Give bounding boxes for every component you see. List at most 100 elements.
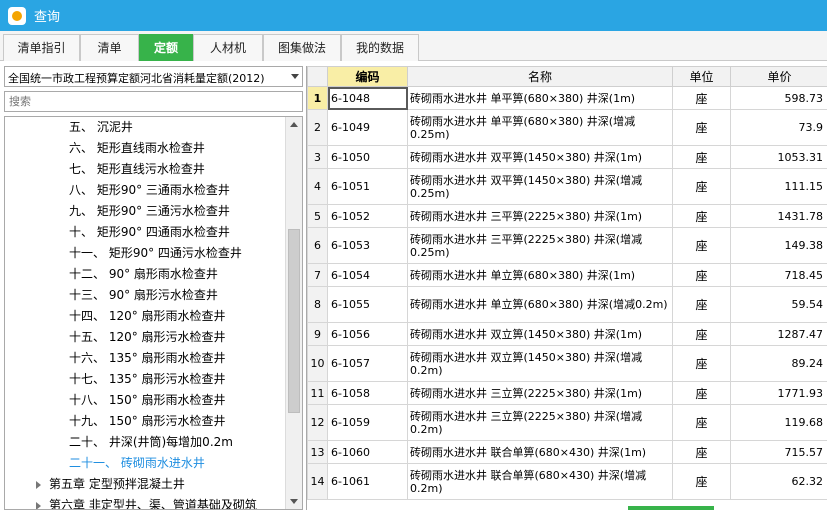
table-row[interactable]: 11 6-1058 砖砌雨水进水井 三立箅(2225×380) 井深(1m) 座 177… — [307, 381, 827, 405]
cell-code[interactable]: 6-1059 — [327, 404, 408, 441]
header-unit[interactable]: 单位 — [672, 66, 731, 87]
cell-unit[interactable]: 座 — [672, 322, 731, 346]
cell-code[interactable]: 6-1060 — [327, 440, 408, 464]
row-number[interactable]: 5 — [307, 204, 328, 228]
cell-code[interactable]: 6-1054 — [327, 263, 408, 287]
tab-atlas-practice[interactable]: 图集做法 — [263, 34, 341, 61]
chevron-down-icon[interactable] — [291, 74, 299, 79]
cell-code[interactable]: 6-1049 — [327, 109, 408, 146]
cell-code[interactable]: 6-1057 — [327, 345, 408, 382]
cell-code[interactable]: 6-1056 — [327, 322, 408, 346]
cell-code[interactable]: 6-1061 — [327, 463, 408, 500]
cell-price[interactable]: 1053.31 — [730, 145, 827, 169]
tab-my-data[interactable]: 我的数据 — [341, 34, 419, 61]
tree-item[interactable]: 十、 矩形90° 四通雨水检查井 — [69, 222, 230, 243]
table-row[interactable]: 3 6-1050 砖砌雨水进水井 双平箅(1450×380) 井深(1m) 座 1053… — [307, 145, 827, 169]
cell-price[interactable]: 715.57 — [730, 440, 827, 464]
cell-price[interactable]: 718.45 — [730, 263, 827, 287]
tree-item[interactable]: 九、 矩形90° 三通污水检查井 — [69, 201, 230, 222]
cell-unit[interactable]: 座 — [672, 109, 731, 146]
cell-unit[interactable]: 座 — [672, 286, 731, 323]
cell-code[interactable]: 6-1048 — [327, 86, 408, 110]
row-number[interactable]: 8 — [307, 286, 328, 323]
cell-unit[interactable]: 座 — [672, 381, 731, 405]
cell-code[interactable]: 6-1053 — [327, 227, 408, 264]
tab-bill[interactable]: 清单 — [80, 34, 139, 61]
cell-price[interactable]: 59.54 — [730, 286, 827, 323]
table-row[interactable]: 1 6-1048 砖砌雨水进水井 单平箅(680×380) 井深(1m) 座 598.7… — [307, 86, 827, 110]
scroll-up-arrow-icon[interactable] — [290, 122, 298, 127]
cell-price[interactable]: 119.68 — [730, 404, 827, 441]
scrollbar-thumb[interactable] — [288, 229, 300, 413]
cell-name[interactable]: 砖砌雨水进水井 三平箅(2225×380) 井深(增减0.25m) — [407, 227, 673, 264]
cell-price[interactable]: 73.9 — [730, 109, 827, 146]
cell-price[interactable]: 1771.93 — [730, 381, 827, 405]
tree-item[interactable]: 五、 沉泥井 — [69, 117, 133, 138]
cell-price[interactable]: 62.32 — [730, 463, 827, 500]
search-input[interactable] — [4, 91, 303, 112]
tree-item[interactable]: 第六章 非定型井、渠、管道基础及砌筑 — [49, 495, 257, 509]
tree-scrollbar[interactable] — [285, 117, 302, 509]
header-code[interactable]: 编码 — [327, 66, 408, 87]
cell-price[interactable]: 1287.47 — [730, 322, 827, 346]
row-number[interactable]: 6 — [307, 227, 328, 264]
cell-unit[interactable]: 座 — [672, 168, 731, 205]
cell-code[interactable]: 6-1051 — [327, 168, 408, 205]
cell-name[interactable]: 砖砌雨水进水井 三平箅(2225×380) 井深(1m) — [407, 204, 673, 228]
expand-arrow-icon[interactable] — [36, 502, 41, 509]
cell-unit[interactable]: 座 — [672, 227, 731, 264]
table-row[interactable]: 13 6-1060 砖砌雨水进水井 联合单箅(680×430) 井深(1m) 座 715… — [307, 440, 827, 464]
cell-code[interactable]: 6-1055 — [327, 286, 408, 323]
tree-item[interactable]: 十四、 120° 扇形雨水检查井 — [69, 306, 226, 327]
tab-labor-material-machine[interactable]: 人材机 — [193, 34, 263, 61]
row-number[interactable]: 9 — [307, 322, 328, 346]
cell-name[interactable]: 砖砌雨水进水井 联合单箅(680×430) 井深(1m) — [407, 440, 673, 464]
cell-name[interactable]: 砖砌雨水进水井 单立箅(680×380) 井深(增减0.2m) — [407, 286, 673, 323]
row-number[interactable]: 1 — [307, 86, 328, 110]
table-row[interactable]: 5 6-1052 砖砌雨水进水井 三平箅(2225×380) 井深(1m) 座 1431… — [307, 204, 827, 228]
tab-quota[interactable]: 定额 — [139, 34, 193, 61]
cell-unit[interactable]: 座 — [672, 204, 731, 228]
tree-item[interactable]: 十七、 135° 扇形污水检查井 — [69, 369, 226, 390]
cell-unit[interactable]: 座 — [672, 404, 731, 441]
cell-code[interactable]: 6-1058 — [327, 381, 408, 405]
cell-unit[interactable]: 座 — [672, 440, 731, 464]
cell-name[interactable]: 砖砌雨水进水井 联合单箅(680×430) 井深(增减0.2m) — [407, 463, 673, 500]
tree-item[interactable]: 六、 矩形直线雨水检查井 — [69, 138, 205, 159]
row-number[interactable]: 12 — [307, 404, 328, 441]
cell-unit[interactable]: 座 — [672, 86, 731, 110]
tree-item[interactable]: 八、 矩形90° 三通雨水检查井 — [69, 180, 230, 201]
table-row[interactable]: 7 6-1054 砖砌雨水进水井 单立箅(680×380) 井深(1m) 座 718.4… — [307, 263, 827, 287]
cell-name[interactable]: 砖砌雨水进水井 双立箅(1450×380) 井深(增减0.2m) — [407, 345, 673, 382]
tree-item[interactable]: 二十、 井深(井筒)每增加0.2m — [69, 432, 233, 453]
header-name[interactable]: 名称 — [407, 66, 673, 87]
quota-library-select[interactable]: 全国统一市政工程预算定额河北省消耗量定额(2012) — [4, 66, 303, 87]
cell-name[interactable]: 砖砌雨水进水井 双平箅(1450×380) 井深(1m) — [407, 145, 673, 169]
row-number[interactable]: 13 — [307, 440, 328, 464]
row-number[interactable]: 3 — [307, 145, 328, 169]
table-row[interactable]: 10 6-1057 砖砌雨水进水井 双立箅(1450×380) 井深(增减0.2m)… — [307, 345, 827, 382]
cell-name[interactable]: 砖砌雨水进水井 单平箅(680×380) 井深(增减0.25m) — [407, 109, 673, 146]
cell-price[interactable]: 1431.78 — [730, 204, 827, 228]
tree-item[interactable]: 十三、 90° 扇形污水检查井 — [69, 285, 218, 306]
cell-unit[interactable]: 座 — [672, 263, 731, 287]
cell-unit[interactable]: 座 — [672, 345, 731, 382]
table-row[interactable]: 9 6-1056 砖砌雨水进水井 双立箅(1450×380) 井深(1m) 座 1287… — [307, 322, 827, 346]
cell-price[interactable]: 149.38 — [730, 227, 827, 264]
expand-arrow-icon[interactable] — [36, 481, 41, 489]
cell-name[interactable]: 砖砌雨水进水井 双立箅(1450×380) 井深(1m) — [407, 322, 673, 346]
row-number[interactable]: 2 — [307, 109, 328, 146]
row-number[interactable]: 7 — [307, 263, 328, 287]
cell-price[interactable]: 111.15 — [730, 168, 827, 205]
table-row[interactable]: 2 6-1049 砖砌雨水进水井 单平箅(680×380) 井深(增减0.25m) 座… — [307, 109, 827, 146]
cell-name[interactable]: 砖砌雨水进水井 三立箅(2225×380) 井深(1m) — [407, 381, 673, 405]
table-row[interactable]: 14 6-1061 砖砌雨水进水井 联合单箅(680×430) 井深(增减0.2m)… — [307, 463, 827, 500]
row-number[interactable]: 4 — [307, 168, 328, 205]
tree-item[interactable]: 七、 矩形直线污水检查井 — [69, 159, 205, 180]
table-row[interactable]: 6 6-1053 砖砌雨水进水井 三平箅(2225×380) 井深(增减0.25m)… — [307, 227, 827, 264]
table-row[interactable]: 12 6-1059 砖砌雨水进水井 三立箅(2225×380) 井深(增减0.2m)… — [307, 404, 827, 441]
row-number[interactable]: 14 — [307, 463, 328, 500]
scroll-down-arrow-icon[interactable] — [290, 499, 298, 504]
table-row[interactable]: 4 6-1051 砖砌雨水进水井 双平箅(1450×380) 井深(增减0.25m)… — [307, 168, 827, 205]
tree-item[interactable]: 十九、 150° 扇形污水检查井 — [69, 411, 226, 432]
